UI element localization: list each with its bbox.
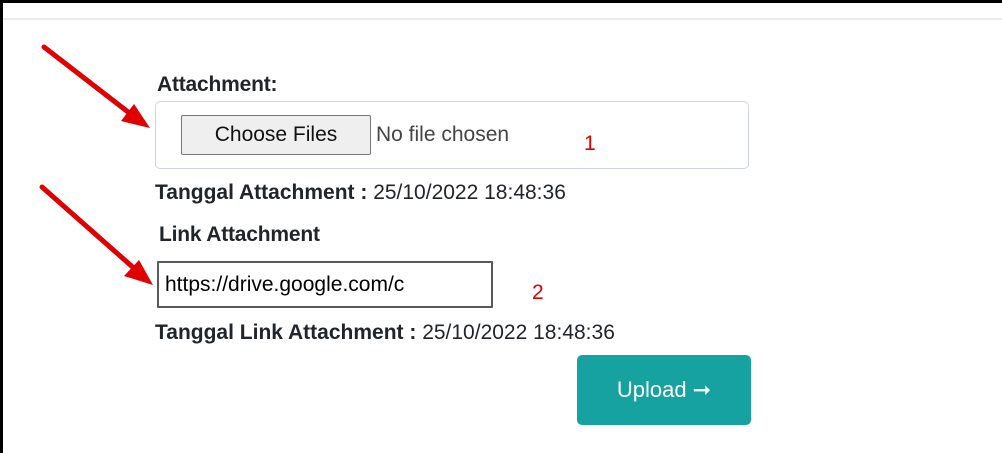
- link-attachment-date-value: 25/10/2022 18:48:36: [422, 321, 615, 344]
- annotation-marker-1: 1: [584, 132, 596, 155]
- screenshot-frame: [0, 0, 1002, 453]
- attachment-date-label: Tanggal Attachment :: [155, 181, 368, 204]
- annotation-marker-2: 2: [532, 281, 544, 304]
- top-divider: [3, 18, 1002, 20]
- arrow-right-icon: ➞: [692, 377, 712, 402]
- attachment-label: Attachment:: [157, 73, 278, 96]
- attachment-date-value: 25/10/2022 18:48:36: [373, 181, 566, 204]
- upload-button-label: Upload: [616, 377, 687, 402]
- upload-button[interactable]: Upload ➞: [577, 355, 751, 425]
- file-status-text: No file chosen: [376, 123, 510, 146]
- link-attachment-input[interactable]: [157, 261, 493, 308]
- link-attachment-label: Link Attachment: [159, 223, 320, 246]
- link-attachment-date-row: Tanggal Link Attachment : 25/10/2022 18:…: [155, 321, 615, 345]
- attachment-date-row: Tanggal Attachment : 25/10/2022 18:48:36: [155, 181, 566, 205]
- file-input[interactable]: Choose Files No file chosen: [155, 101, 749, 169]
- link-attachment-date-label: Tanggal Link Attachment :: [155, 321, 417, 344]
- choose-files-button[interactable]: Choose Files: [181, 115, 371, 155]
